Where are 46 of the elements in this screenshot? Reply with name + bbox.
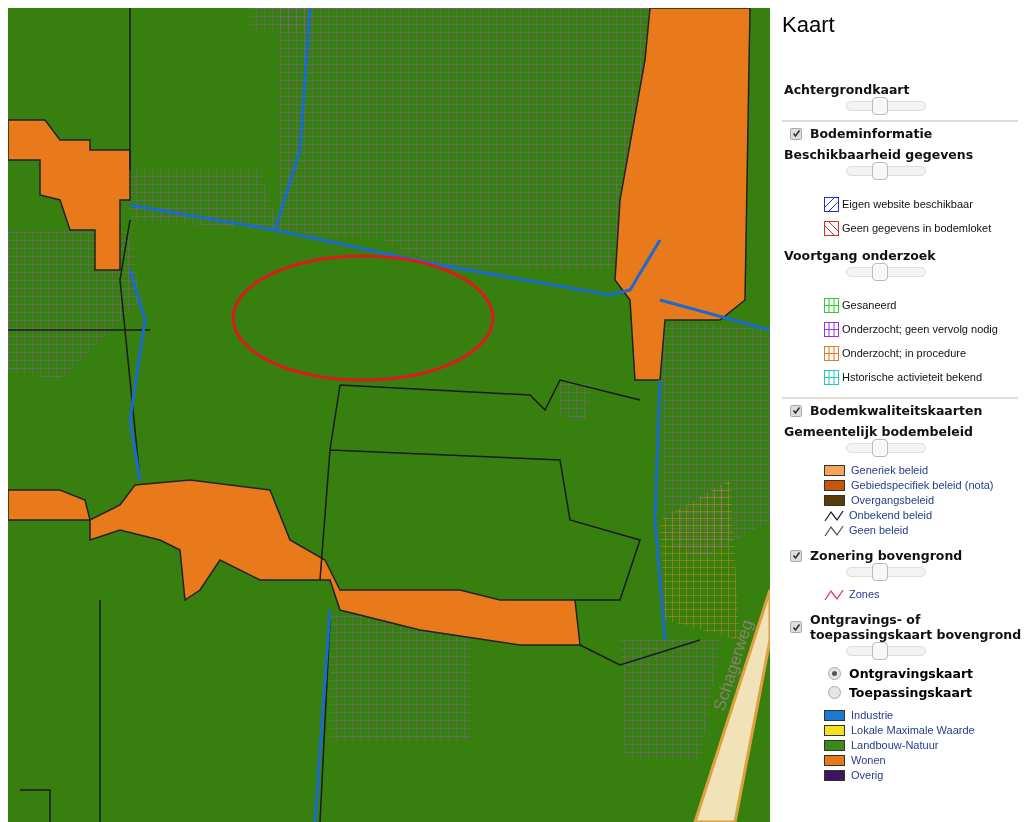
legend-label: Lokale Maximale Waarde xyxy=(851,723,975,738)
layer-checkbox[interactable] xyxy=(790,127,802,140)
legend-label: Wonen xyxy=(851,753,886,768)
radio-button[interactable] xyxy=(828,667,841,680)
layer-checkbox[interactable] xyxy=(790,404,802,417)
legend-label: Zones xyxy=(849,587,880,602)
legend-label: Geen gegevens in bodemloket xyxy=(842,220,992,236)
layer-title: Bodemkwaliteitskaarten xyxy=(810,403,983,418)
layer-checkbox[interactable] xyxy=(790,549,802,562)
legend-label: Onbekend beleid xyxy=(849,508,933,523)
radio-button[interactable] xyxy=(828,686,841,699)
legend-label: Onderzocht; geen vervolg nodig xyxy=(842,321,998,337)
legend-label: Onderzocht; in procedure xyxy=(842,345,967,361)
legend-label: Landbouw-Natuur xyxy=(851,738,939,753)
layer-title: Ontgravings- of toepassingskaart bovengrond xyxy=(810,612,1023,642)
opacity-slider[interactable] xyxy=(846,642,926,660)
legend-label: Overig xyxy=(851,768,884,783)
slider-thumb[interactable] xyxy=(871,162,888,180)
legend-label: Overgangsbeleid xyxy=(851,493,935,508)
slider-thumb[interactable] xyxy=(871,439,888,457)
legend-label: Geen beleid xyxy=(849,523,909,538)
layer-title: Zonering bovengrond xyxy=(810,548,963,563)
group-title: Beschikbaarheid gegevens xyxy=(784,147,975,162)
opacity-slider[interactable] xyxy=(846,439,926,457)
layer-title: Bodeminformatie xyxy=(810,126,933,141)
opacity-slider[interactable] xyxy=(846,563,926,581)
panel-title: Kaart xyxy=(782,12,836,38)
radio-label: Toepassingskaart xyxy=(849,685,973,700)
slider-thumb[interactable] xyxy=(871,563,888,581)
legend-label: Eigen website beschikbaar xyxy=(842,196,973,212)
slider-thumb[interactable] xyxy=(871,97,888,115)
slider-thumb[interactable] xyxy=(871,642,888,660)
group-title: Voortgang onderzoek xyxy=(784,248,937,263)
legend-label: Gesaneerd xyxy=(842,297,897,313)
radio-label: Ontgravingskaart xyxy=(849,666,974,681)
legend-label: Generiek beleid xyxy=(851,463,929,478)
legend-label: Gebiedspecifiek beleid (nota) xyxy=(851,478,994,493)
group-title: Gemeentelijk bodembeleid xyxy=(784,424,974,439)
opacity-slider[interactable] xyxy=(846,97,926,115)
legend-label: Hstorische activieteit bekend xyxy=(842,369,982,385)
opacity-slider[interactable] xyxy=(846,263,926,281)
layer-checkbox[interactable] xyxy=(790,621,802,633)
slider-thumb[interactable] xyxy=(871,263,888,281)
legend-label: Industrie xyxy=(851,708,894,723)
opacity-slider[interactable] xyxy=(846,162,926,180)
group-title: Achtergrondkaart xyxy=(784,82,911,97)
